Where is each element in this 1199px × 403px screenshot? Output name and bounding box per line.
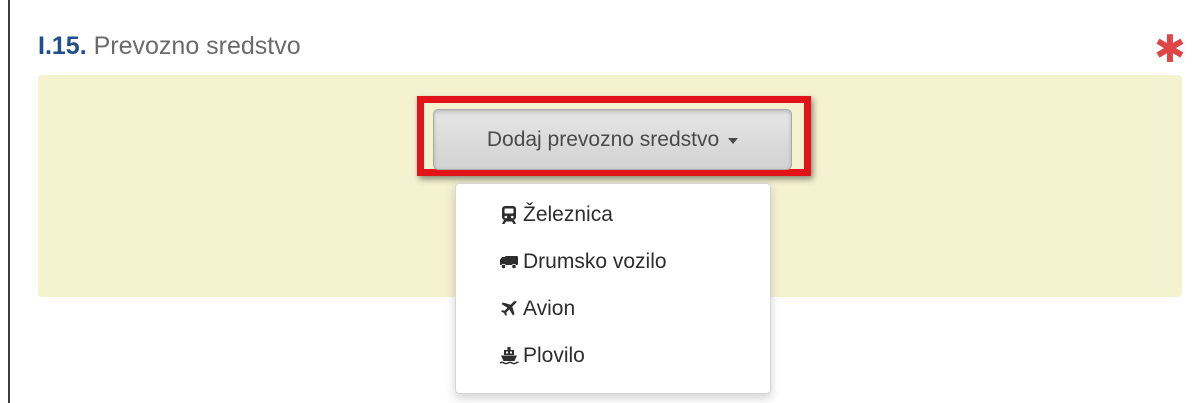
section-number: I.15.	[38, 32, 87, 60]
train-icon	[499, 205, 519, 225]
ship-icon	[499, 346, 519, 366]
page: I.15. Prevozno sredstvo ✱ Dodaj prevozno…	[0, 0, 1199, 403]
menu-item-label: Drumsko vozilo	[523, 250, 667, 273]
left-border-line	[8, 0, 10, 403]
menu-item-label: Avion	[523, 297, 576, 320]
menu-item-road-vehicle[interactable]: Drumsko vozilo	[456, 240, 770, 284]
transport-dropdown-menu: Železnica Drumsko vozilo Avion Plovilo	[455, 183, 771, 394]
plane-icon	[499, 299, 519, 319]
caret-down-icon	[728, 137, 739, 144]
menu-item-airplane[interactable]: Avion	[456, 287, 770, 331]
truck-icon	[499, 252, 519, 272]
menu-item-label: Plovilo	[523, 344, 585, 367]
menu-item-label: Železnica	[523, 203, 613, 226]
add-transport-dropdown-button[interactable]: Dodaj prevozno sredstvo	[433, 109, 792, 170]
section-header: I.15. Prevozno sredstvo	[38, 30, 301, 62]
required-star-icon: ✱	[1154, 29, 1186, 71]
menu-item-vessel[interactable]: Plovilo	[456, 334, 770, 378]
menu-item-railway[interactable]: Železnica	[456, 193, 770, 237]
add-transport-button-label: Dodaj prevozno sredstvo	[486, 127, 720, 151]
section-title: Prevozno sredstvo	[93, 32, 301, 60]
